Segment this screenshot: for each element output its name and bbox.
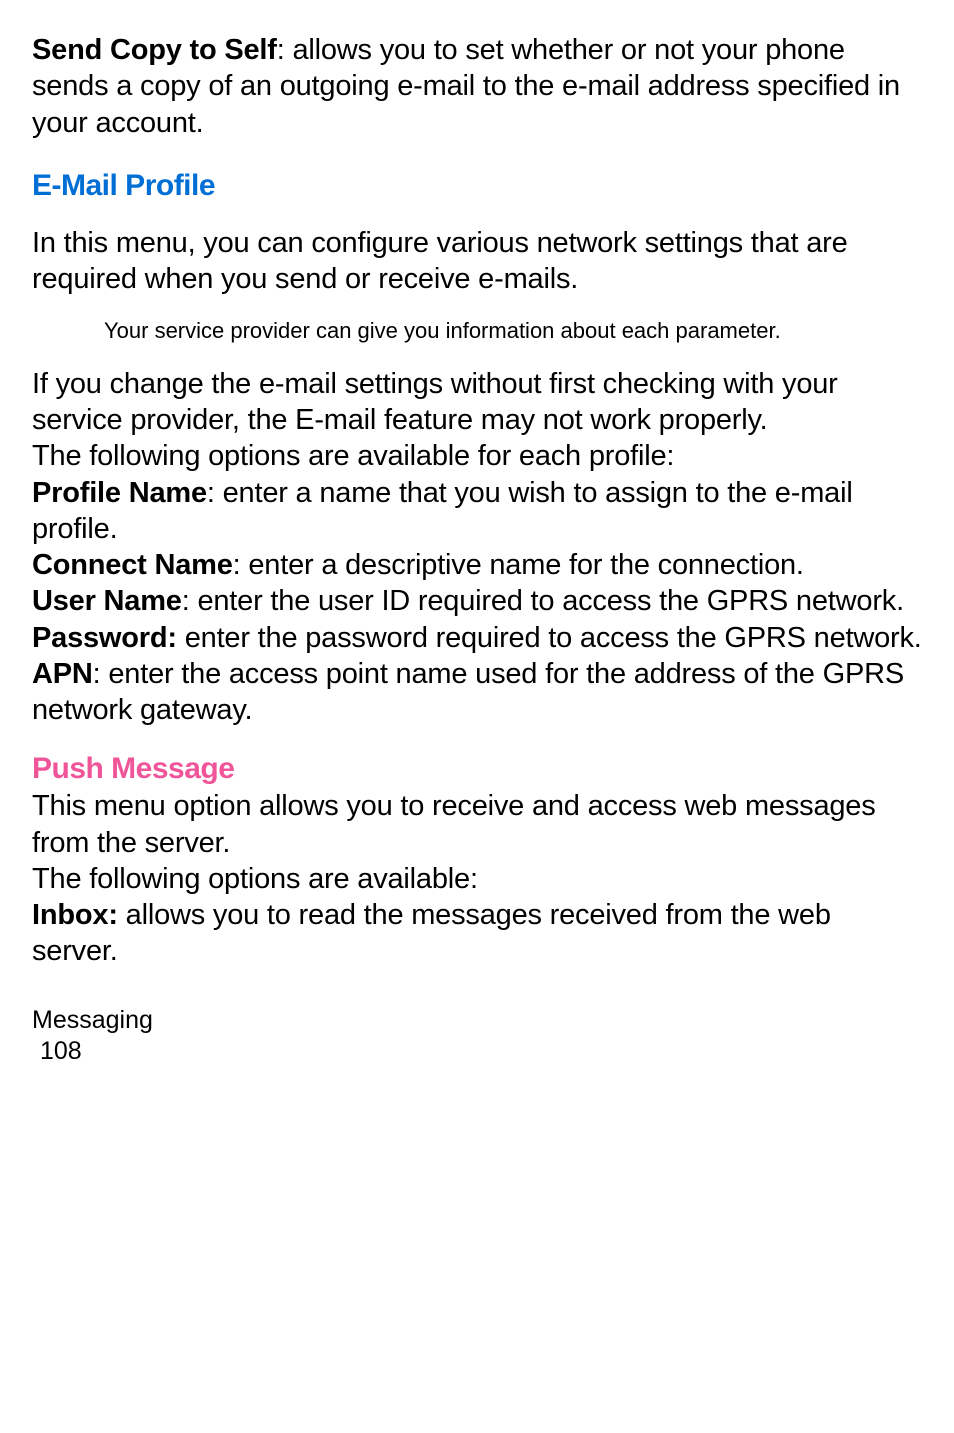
paragraph-push-intro: This menu option allows you to receive a… (32, 788, 922, 861)
paragraph-profile-name: Profile Name: enter a name that you wish… (32, 475, 922, 548)
paragraph-intro: In this menu, you can configure various … (32, 225, 922, 298)
label-user-name: User Name (32, 585, 182, 617)
note-service-provider: Your service provider can give you infor… (32, 317, 922, 346)
page-footer: Messaging 108 (32, 1005, 922, 1068)
paragraph-options-intro: The following options are available for … (32, 438, 922, 474)
label-connect-name: Connect Name (32, 549, 233, 581)
label-profile-name: Profile Name (32, 477, 207, 509)
heading-email-profile: E-Mail Profile (32, 169, 922, 203)
paragraph-inbox: Inbox: allows you to read the messages r… (32, 897, 922, 970)
label-apn: APN (32, 658, 93, 690)
text-password: enter the password required to access th… (177, 622, 922, 654)
paragraph-send-copy: Send Copy to Self: allows you to set whe… (32, 32, 922, 141)
text-apn: : enter the access point name used for t… (32, 658, 904, 726)
paragraph-connect-name: Connect Name: enter a descriptive name f… (32, 547, 922, 583)
page-content: Send Copy to Self: allows you to set whe… (32, 32, 922, 1067)
footer-section: Messaging (32, 1005, 922, 1036)
paragraph-apn: APN: enter the access point name used fo… (32, 656, 922, 729)
paragraph-push-options: The following options are available: (32, 861, 922, 897)
label-send-copy: Send Copy to Self (32, 34, 277, 66)
paragraph-user-name: User Name: enter the user ID required to… (32, 583, 922, 619)
paragraph-password: Password: enter the password required to… (32, 620, 922, 656)
text-user-name: : enter the user ID required to access t… (182, 585, 904, 617)
paragraph-warning: If you change the e-mail settings withou… (32, 366, 922, 439)
text-inbox: allows you to read the messages received… (32, 899, 831, 967)
label-inbox: Inbox: (32, 899, 118, 931)
text-connect-name: : enter a descriptive name for the conne… (233, 549, 804, 581)
heading-push-message: Push Message (32, 752, 922, 786)
footer-page-number: 108 (32, 1036, 922, 1067)
label-password: Password: (32, 622, 177, 654)
